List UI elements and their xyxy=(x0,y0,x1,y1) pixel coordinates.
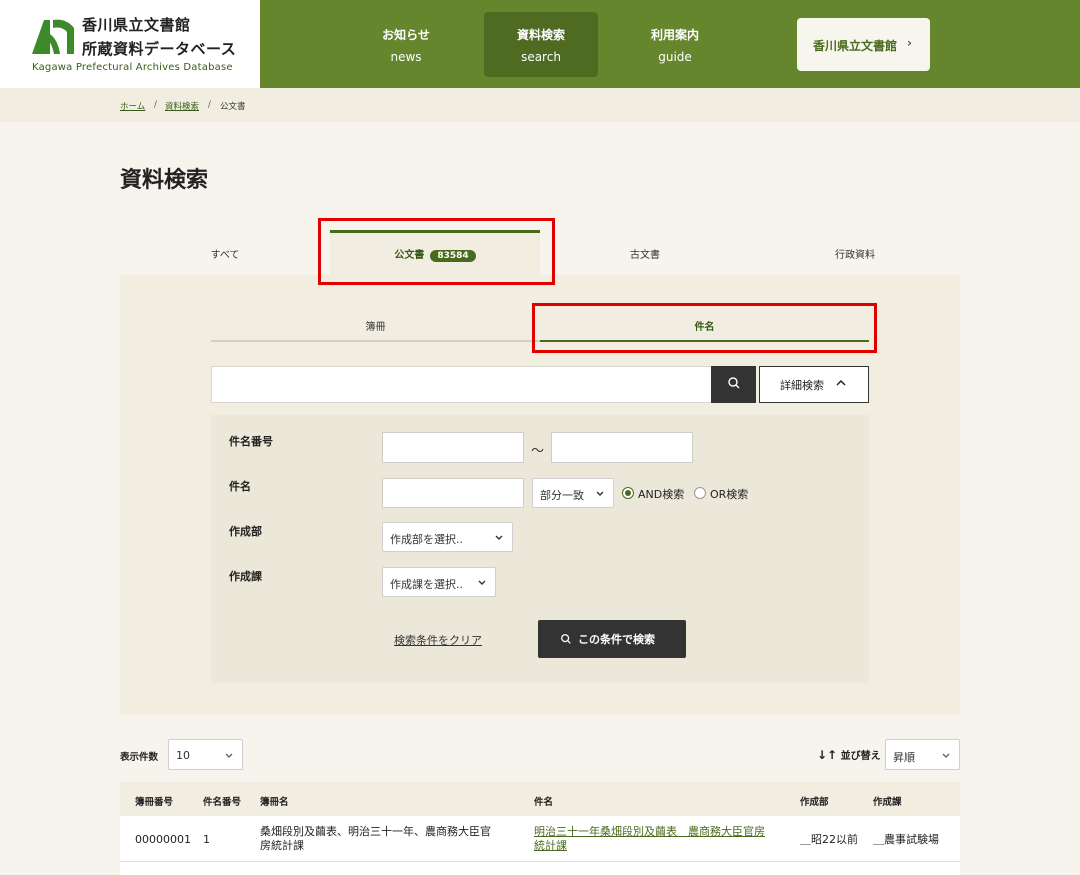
sort-control: ↓↑ 並び替え xyxy=(817,747,881,762)
tab-all[interactable]: すべて xyxy=(120,230,330,275)
archives-site-button-label: 香川県立文書館 xyxy=(813,39,898,53)
sub-tab-ledger[interactable]: 簿冊 xyxy=(211,310,540,342)
chevron-down-icon xyxy=(495,535,503,540)
nav-guide[interactable]: 利用案内 guide xyxy=(618,12,732,77)
logo-title-second-line: 所蔵資料データベース xyxy=(82,40,237,58)
department-select[interactable]: 作成部を選択.. xyxy=(382,522,513,552)
site-logo[interactable]: 香川県立文書館 所蔵資料データベース Kagawa Prefectural Ar… xyxy=(0,0,260,88)
chevron-down-icon xyxy=(942,753,950,758)
sub-tab-item-name[interactable]: 件名 xyxy=(540,310,869,342)
sort-icon: ↓↑ xyxy=(817,748,838,762)
tab-public-documents[interactable]: 公文書 83584 xyxy=(330,230,540,275)
display-count-select[interactable]: 10 xyxy=(168,739,243,770)
department-select-value: 作成部を選択.. xyxy=(390,533,463,546)
nav-news-label: お知らせ xyxy=(382,28,430,42)
archives-site-button[interactable]: 香川県立文書館 › xyxy=(797,18,930,71)
tab-old-documents[interactable]: 古文書 xyxy=(540,230,750,275)
item-number-label: 件名番号 xyxy=(229,435,273,448)
column-header: 件名 xyxy=(534,797,554,808)
nav-news[interactable]: お知らせ news xyxy=(349,12,463,77)
search-input[interactable] xyxy=(211,366,711,403)
breadcrumb-separator: / xyxy=(154,100,157,110)
item-name-line: 明治三十一年桑畑段別及繭表 農商務大臣官房 xyxy=(534,825,765,838)
column-header: 作成部 xyxy=(800,797,829,808)
archive-logo-icon xyxy=(32,19,74,55)
department-cell: ＿昭22以前 xyxy=(800,833,858,846)
or-search-radio[interactable] xyxy=(694,487,706,499)
section-label: 作成課 xyxy=(229,570,262,583)
and-search-label: AND検索 xyxy=(638,488,685,501)
and-search-radio[interactable] xyxy=(622,487,634,499)
tab-all-label: すべて xyxy=(210,250,240,261)
display-count-label: 表示件数 xyxy=(120,752,159,763)
item-number-to-input[interactable] xyxy=(551,432,693,463)
breadcrumb-home[interactable]: ホーム xyxy=(120,100,145,112)
chevron-down-icon xyxy=(478,580,486,585)
sub-tab-item-name-label: 件名 xyxy=(694,322,715,333)
display-count-value: 10 xyxy=(176,749,190,762)
table-row xyxy=(120,862,960,875)
nav-search[interactable]: 資料検索 search xyxy=(484,12,598,77)
search-icon xyxy=(561,634,571,644)
breadcrumb-separator: / xyxy=(208,100,211,110)
chevron-right-icon: › xyxy=(907,36,912,50)
match-type-value: 部分一致 xyxy=(540,489,584,502)
item-number-from-input[interactable] xyxy=(382,432,524,463)
item-name-label: 件名 xyxy=(229,480,251,493)
sort-order-value: 昇順 xyxy=(893,751,915,764)
section-cell: ＿農事試験場 xyxy=(873,833,939,846)
page-title: 資料検索 xyxy=(120,168,209,193)
ledger-name-line: 桑畑段別及繭表、明治三十一年、農商務大臣官 xyxy=(260,825,491,838)
tab-administrative-materials[interactable]: 行政資料 xyxy=(750,230,960,275)
submit-search-button[interactable]: この条件で検索 xyxy=(538,620,686,658)
column-header: 作成課 xyxy=(873,797,902,808)
section-select[interactable]: 作成課を選択.. xyxy=(382,567,496,597)
tab-public-documents-label: 公文書 xyxy=(394,250,425,261)
search-icon xyxy=(727,377,739,389)
or-search-label: OR検索 xyxy=(710,488,749,501)
ledger-name-line: 房統計課 xyxy=(260,839,304,852)
count-badge: 83584 xyxy=(430,250,476,262)
column-header: 件名番号 xyxy=(203,797,242,808)
nav-guide-sublabel: guide xyxy=(658,50,692,64)
nav-news-sublabel: news xyxy=(390,50,422,64)
ledger-number-cell: 00000001 xyxy=(135,833,191,846)
chevron-down-icon xyxy=(596,491,604,496)
site-header: 香川県立文書館 所蔵資料データベース Kagawa Prefectural Ar… xyxy=(0,0,1080,88)
breadcrumb-search[interactable]: 資料検索 xyxy=(165,100,199,112)
detail-search-label: 詳細検索 xyxy=(780,379,824,392)
sub-tab-ledger-label: 簿冊 xyxy=(365,322,386,333)
sort-order-select[interactable]: 昇順 xyxy=(885,739,960,770)
tab-administrative-materials-label: 行政資料 xyxy=(835,250,875,261)
chevron-up-icon xyxy=(836,379,846,386)
breadcrumb: ホーム / 資料検索 / 公文書 xyxy=(0,88,1080,122)
section-select-value: 作成課を選択.. xyxy=(390,578,463,591)
item-name-link[interactable]: 明治三十一年桑畑段別及繭表 農商務大臣官房 統計課 xyxy=(534,825,765,853)
logo-subtitle: Kagawa Prefectural Archives Database xyxy=(32,62,233,73)
search-button[interactable] xyxy=(711,366,756,403)
item-name-line: 統計課 xyxy=(534,839,567,852)
nav-search-label: 資料検索 xyxy=(516,28,565,42)
nav-guide-label: 利用案内 xyxy=(650,28,699,42)
logo-title: 香川県立文書館 xyxy=(82,16,191,34)
ledger-name-cell: 桑畑段別及繭表、明治三十一年、農商務大臣官 房統計課 xyxy=(260,825,491,853)
column-header: 簿冊名 xyxy=(260,797,289,808)
chevron-down-icon xyxy=(225,753,233,758)
nav-search-sublabel: search xyxy=(521,50,561,64)
range-tilde: ～ xyxy=(531,444,545,459)
item-name-input[interactable] xyxy=(382,478,524,508)
clear-conditions-link[interactable]: 検索条件をクリア xyxy=(394,632,482,648)
tab-old-documents-label: 古文書 xyxy=(630,250,660,261)
submit-search-label: この条件で検索 xyxy=(578,633,655,646)
match-type-select[interactable]: 部分一致 xyxy=(532,478,614,508)
sort-label: 並び替え xyxy=(840,751,881,762)
department-label: 作成部 xyxy=(229,525,262,538)
detail-search-toggle[interactable]: 詳細検索 xyxy=(759,366,869,403)
item-number-cell: 1 xyxy=(203,833,210,846)
column-header: 簿冊番号 xyxy=(135,797,174,808)
breadcrumb-current: 公文書 xyxy=(220,102,246,112)
